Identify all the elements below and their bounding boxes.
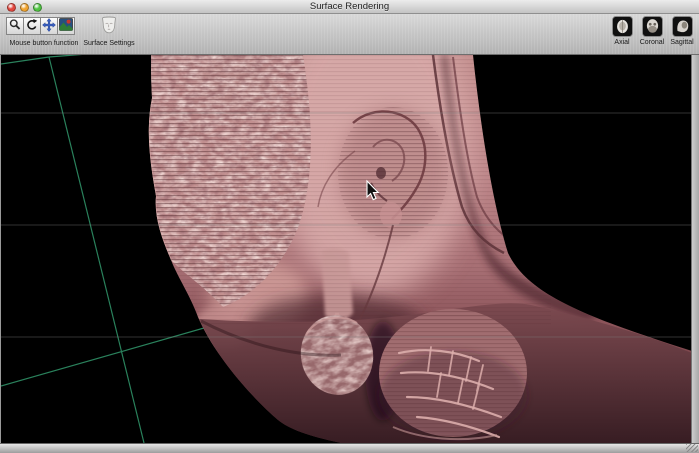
rotate-arrow-icon xyxy=(25,18,39,35)
mouse-button-function-label: Mouse button function xyxy=(4,40,84,47)
move-arrows-icon xyxy=(42,18,56,35)
minimize-button[interactable] xyxy=(20,3,29,12)
axial-view-label: Axial xyxy=(614,39,629,46)
surface-settings-label: Surface Settings xyxy=(80,40,138,47)
sagittal-slice-icon xyxy=(673,24,692,37)
sagittal-view-button[interactable] xyxy=(672,16,693,37)
close-button[interactable] xyxy=(7,3,16,12)
toolbar: Mouse button function Surface Settings A… xyxy=(0,14,699,55)
resize-grip[interactable] xyxy=(686,444,698,452)
color-image-icon xyxy=(59,18,73,34)
title-bar: Surface Rendering xyxy=(0,0,699,14)
axial-view-button[interactable] xyxy=(612,16,633,37)
coronal-slice-icon xyxy=(643,24,662,37)
magnifier-tool-button[interactable] xyxy=(6,17,24,35)
pan-tool-button[interactable] xyxy=(40,17,58,35)
face-icon xyxy=(98,15,120,39)
sagittal-view: Sagittal xyxy=(669,16,695,46)
axial-slice-icon xyxy=(613,24,632,37)
magnifier-icon xyxy=(8,18,22,35)
app-window: Surface Rendering xyxy=(0,0,699,453)
right-window-edge xyxy=(691,55,699,443)
coronal-view: Coronal xyxy=(639,16,665,46)
render-settings-tool-button[interactable] xyxy=(57,17,75,35)
window-title: Surface Rendering xyxy=(0,0,699,14)
mouse-button-function-group xyxy=(6,17,75,35)
plane-view-buttons: Axial Coronal Sagittal xyxy=(609,16,695,46)
surface-settings-button[interactable] xyxy=(97,16,121,38)
zoom-window-button[interactable] xyxy=(33,3,42,12)
bottom-window-edge xyxy=(0,443,699,453)
axial-view: Axial xyxy=(609,16,635,46)
coronal-view-label: Coronal xyxy=(640,39,665,46)
surface-rendering-canvas[interactable] xyxy=(0,55,691,443)
traffic-lights xyxy=(7,3,42,12)
rotate-tool-button[interactable] xyxy=(23,17,41,35)
sagittal-view-label: Sagittal xyxy=(670,39,693,46)
coronal-view-button[interactable] xyxy=(642,16,663,37)
